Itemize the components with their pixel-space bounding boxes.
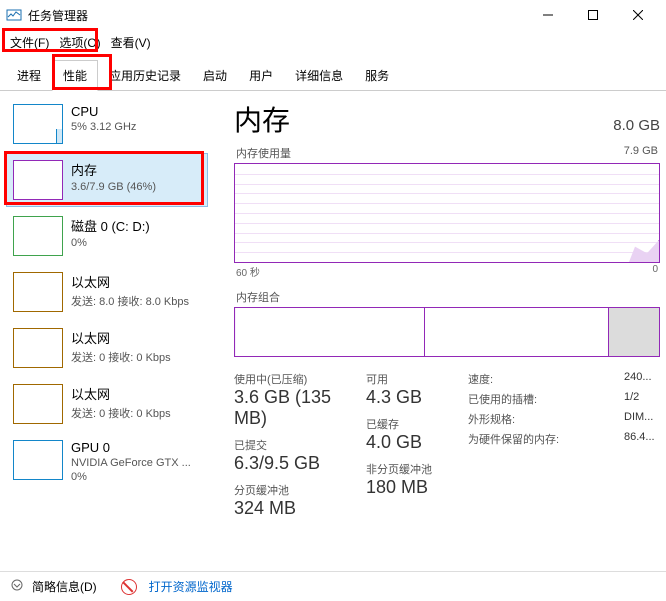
tab-services[interactable]: 服务 [354,60,400,91]
sidebar-item-sub: 发送: 0 接收: 0 Kbps [71,405,171,421]
stat-nonpaged-label: 非分页缓冲池 [366,461,456,477]
app-icon [6,7,22,23]
sidebar-item-sub: 3.6/7.9 GB (46%) [71,181,156,193]
ethernet-thumb-icon [13,384,63,424]
slots-value: 1/2 [624,391,660,407]
sidebar-item-label: GPU 0 [71,440,191,455]
form-label: 外形规格: [468,411,515,427]
tab-performance[interactable]: 性能 [52,60,98,91]
slots-label: 已使用的插槽: [468,391,537,407]
sidebar-item-sub: 发送: 8.0 接收: 8.0 Kbps [71,293,189,309]
sidebar-item-memory[interactable]: 内存 3.6/7.9 GB (46%) [6,153,208,207]
stat-in-use-label: 使用中(已压缩) [234,371,354,387]
sidebar-item-ethernet-2[interactable]: 以太网 发送: 0 接收: 0 Kbps [6,377,208,431]
chevron-down-icon[interactable] [10,579,24,594]
total-memory: 8.0 GB [613,117,660,134]
maximize-button[interactable] [570,0,615,30]
time-left: 60 秒 [236,264,260,279]
stat-available-value: 4.3 GB [366,387,456,408]
usage-max: 7.9 GB [624,145,658,161]
sidebar-item-label: 以太网 [71,328,171,347]
tab-strip: 进程 性能 应用历史记录 启动 用户 详细信息 服务 [0,59,666,91]
sidebar-item-gpu[interactable]: GPU 0 NVIDIA GeForce GTX ... 0% [6,433,208,490]
stat-committed-value: 6.3/9.5 GB [234,453,354,474]
sidebar-item-ethernet-1[interactable]: 以太网 发送: 0 接收: 0 Kbps [6,321,208,375]
memory-thumb-icon [13,160,63,200]
memory-usage-chart[interactable] [234,163,660,263]
stat-cached-label: 已缓存 [366,416,456,432]
performance-sidebar[interactable]: CPU 5% 3.12 GHz 内存 3.6/7.9 GB (46%) 磁盘 0… [0,91,214,571]
memory-detail-pane: 内存 8.0 GB 内存使用量 7.9 GB 60 秒 0 内存组合 使用中(已… [214,91,666,571]
sidebar-item-disk[interactable]: 磁盘 0 (C: D:) 0% [6,209,208,263]
menu-view[interactable]: 查看(V) [107,32,155,53]
stat-in-use-value: 3.6 GB (135 MB) [234,387,354,429]
speed-value: 240... [624,371,660,387]
tab-details[interactable]: 详细信息 [284,60,354,91]
sidebar-item-ethernet-0[interactable]: 以太网 发送: 8.0 接收: 8.0 Kbps [6,265,208,319]
sidebar-item-sub: 0% [71,237,150,249]
menu-file[interactable]: 文件(F) [6,32,53,53]
tab-apphistory[interactable]: 应用历史记录 [98,60,192,91]
stat-available-label: 可用 [366,371,456,387]
sidebar-item-label: 以太网 [71,384,171,403]
resmon-icon [121,579,137,595]
sidebar-item-label: 内存 [71,160,156,179]
tab-startup[interactable]: 启动 [192,60,238,91]
stat-paged-label: 分页缓冲池 [234,482,354,498]
sidebar-item-cpu[interactable]: CPU 5% 3.12 GHz [6,97,208,151]
ethernet-thumb-icon [13,328,63,368]
sidebar-item-sub: NVIDIA GeForce GTX ... [71,457,191,469]
sidebar-item-label: 磁盘 0 (C: D:) [71,216,150,235]
sidebar-item-sub2: 0% [71,471,191,483]
form-value: DIM... [624,411,660,427]
ethernet-thumb-icon [13,272,63,312]
time-right: 0 [652,264,658,279]
reserved-value: 86.4... [624,431,660,447]
minimize-button[interactable] [525,0,570,30]
window-title: 任务管理器 [28,7,88,24]
footer: 简略信息(D) 打开资源监视器 [0,571,666,601]
sidebar-item-label: CPU [71,104,136,119]
speed-label: 速度: [468,371,493,387]
stat-committed-label: 已提交 [234,437,354,453]
stat-cached-value: 4.0 GB [366,432,456,453]
cpu-thumb-icon [13,104,63,144]
usage-label: 内存使用量 [236,145,291,161]
gpu-thumb-icon [13,440,63,480]
sidebar-item-sub: 发送: 0 接收: 0 Kbps [71,349,171,365]
menu-options[interactable]: 选项(O) [55,32,104,53]
reserved-label: 为硬件保留的内存: [468,431,559,447]
stat-paged-value: 324 MB [234,498,354,519]
tab-processes[interactable]: 进程 [6,60,52,91]
composition-label: 内存组合 [236,289,280,305]
pane-title: 内存 [234,99,290,139]
memory-composition-chart[interactable] [234,307,660,357]
titlebar: 任务管理器 [0,0,666,30]
stat-nonpaged-value: 180 MB [366,477,456,498]
sidebar-item-sub: 5% 3.12 GHz [71,121,136,133]
disk-thumb-icon [13,216,63,256]
fewer-details-button[interactable]: 简略信息(D) [32,578,97,595]
tab-users[interactable]: 用户 [238,60,284,91]
close-button[interactable] [615,0,660,30]
menubar: 文件(F) 选项(O) 查看(V) [0,30,666,57]
sidebar-item-label: 以太网 [71,272,189,291]
open-resource-monitor-link[interactable]: 打开资源监视器 [149,578,233,595]
